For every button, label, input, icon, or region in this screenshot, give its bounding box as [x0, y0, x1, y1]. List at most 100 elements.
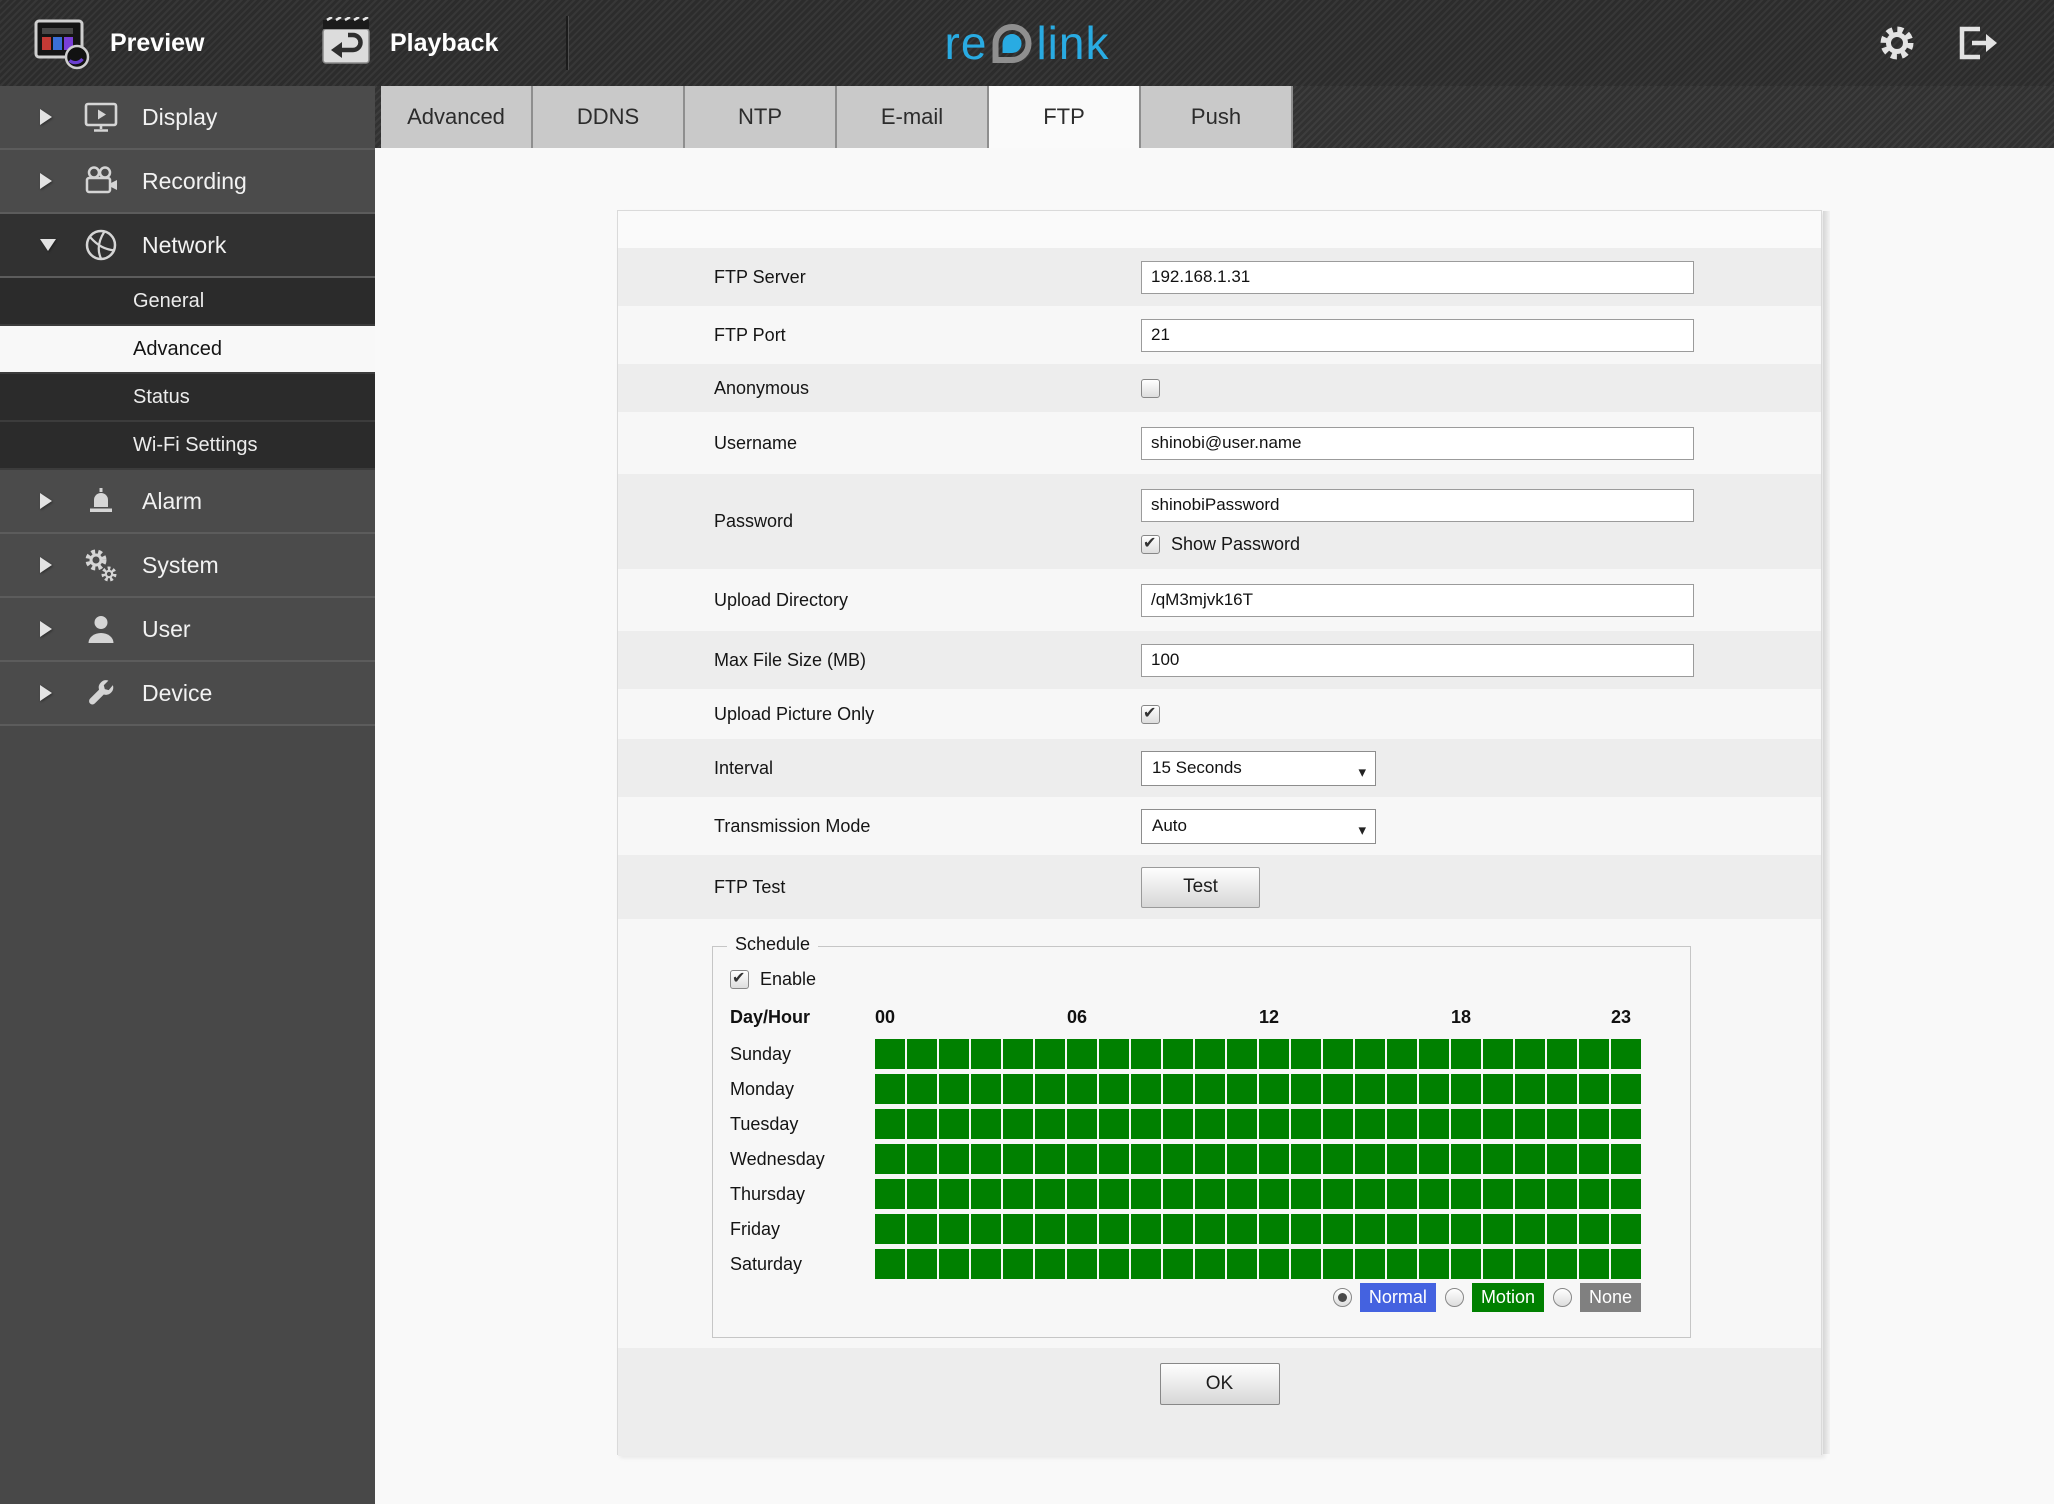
sidebar-subitem-status[interactable]: Status: [0, 374, 375, 422]
schedule-cell[interactable]: [907, 1109, 937, 1139]
schedule-cell[interactable]: [1579, 1039, 1609, 1069]
ftp-test-button[interactable]: Test: [1141, 866, 1260, 908]
schedule-cell[interactable]: [1227, 1144, 1257, 1174]
schedule-cell[interactable]: [1387, 1214, 1417, 1244]
schedule-cell[interactable]: [1227, 1179, 1257, 1209]
schedule-cell[interactable]: [1323, 1214, 1353, 1244]
schedule-cell[interactable]: [1099, 1249, 1129, 1279]
schedule-cell[interactable]: [1355, 1144, 1385, 1174]
schedule-cell[interactable]: [1387, 1074, 1417, 1104]
schedule-cell[interactable]: [1163, 1144, 1193, 1174]
sidebar-item-recording[interactable]: Recording: [0, 150, 375, 214]
schedule-cell[interactable]: [1419, 1249, 1449, 1279]
schedule-cell[interactable]: [907, 1249, 937, 1279]
schedule-cell[interactable]: [1451, 1109, 1481, 1139]
schedule-cell[interactable]: [1419, 1074, 1449, 1104]
schedule-cell[interactable]: [1259, 1214, 1289, 1244]
schedule-cell[interactable]: [1003, 1039, 1033, 1069]
schedule-cell[interactable]: [1099, 1179, 1129, 1209]
schedule-cell[interactable]: [1035, 1179, 1065, 1209]
tab-email[interactable]: E-mail: [837, 86, 989, 148]
max-file-size-input[interactable]: [1141, 643, 1694, 677]
schedule-cell[interactable]: [1323, 1039, 1353, 1069]
schedule-cell[interactable]: [939, 1039, 969, 1069]
schedule-cell[interactable]: [1451, 1249, 1481, 1279]
interval-select[interactable]: 15 Seconds: [1141, 750, 1376, 786]
schedule-cell[interactable]: [1291, 1214, 1321, 1244]
schedule-cell[interactable]: [1131, 1144, 1161, 1174]
ftp-port-input[interactable]: [1141, 318, 1694, 352]
schedule-cell[interactable]: [1387, 1144, 1417, 1174]
sidebar-item-user[interactable]: User: [0, 598, 375, 662]
schedule-cell[interactable]: [1323, 1144, 1353, 1174]
ok-button[interactable]: OK: [1159, 1363, 1280, 1405]
schedule-cell[interactable]: [1035, 1144, 1065, 1174]
schedule-cell[interactable]: [1515, 1039, 1545, 1069]
schedule-cell[interactable]: [1259, 1074, 1289, 1104]
schedule-cell[interactable]: [1291, 1074, 1321, 1104]
schedule-cell[interactable]: [939, 1144, 969, 1174]
schedule-cell[interactable]: [1099, 1144, 1129, 1174]
schedule-cell[interactable]: [1451, 1179, 1481, 1209]
schedule-cell[interactable]: [1547, 1214, 1577, 1244]
sidebar-subitem-wifi-settings[interactable]: Wi-Fi Settings: [0, 422, 375, 470]
schedule-cell[interactable]: [939, 1109, 969, 1139]
schedule-cell[interactable]: [1259, 1039, 1289, 1069]
schedule-cell[interactable]: [1003, 1249, 1033, 1279]
sidebar-item-display[interactable]: Display: [0, 86, 375, 150]
schedule-cell[interactable]: [1131, 1074, 1161, 1104]
schedule-cell[interactable]: [1483, 1144, 1513, 1174]
schedule-cell[interactable]: [1547, 1144, 1577, 1174]
schedule-cell[interactable]: [1131, 1179, 1161, 1209]
schedule-cell[interactable]: [1387, 1039, 1417, 1069]
schedule-cell[interactable]: [875, 1109, 905, 1139]
schedule-cell[interactable]: [1483, 1109, 1513, 1139]
schedule-cell[interactable]: [1163, 1214, 1193, 1244]
schedule-cell[interactable]: [1035, 1039, 1065, 1069]
schedule-cell[interactable]: [1163, 1109, 1193, 1139]
sidebar-item-network[interactable]: Network: [0, 214, 375, 278]
schedule-cell[interactable]: [1611, 1249, 1641, 1279]
schedule-cell[interactable]: [1611, 1109, 1641, 1139]
motion-radio[interactable]: [1444, 1288, 1464, 1307]
schedule-cell[interactable]: [1131, 1249, 1161, 1279]
schedule-cell[interactable]: [1163, 1039, 1193, 1069]
tab-advanced[interactable]: Advanced: [381, 86, 533, 148]
schedule-cell[interactable]: [875, 1074, 905, 1104]
schedule-cell[interactable]: [1035, 1109, 1065, 1139]
schedule-cell[interactable]: [1259, 1144, 1289, 1174]
schedule-cell[interactable]: [1611, 1214, 1641, 1244]
schedule-cell[interactable]: [1451, 1074, 1481, 1104]
schedule-cell[interactable]: [1195, 1109, 1225, 1139]
schedule-cell[interactable]: [1195, 1249, 1225, 1279]
schedule-cell[interactable]: [971, 1144, 1001, 1174]
schedule-cell[interactable]: [1227, 1109, 1257, 1139]
username-input[interactable]: [1141, 426, 1694, 460]
schedule-cell[interactable]: [1355, 1109, 1385, 1139]
schedule-cell[interactable]: [939, 1249, 969, 1279]
tab-ftp[interactable]: FTP: [989, 86, 1141, 148]
transmission-mode-select[interactable]: Auto: [1141, 808, 1376, 844]
schedule-cell[interactable]: [1611, 1074, 1641, 1104]
schedule-cell[interactable]: [1131, 1109, 1161, 1139]
tab-ddns[interactable]: DDNS: [533, 86, 685, 148]
settings-gear-button[interactable]: [1876, 0, 1918, 86]
schedule-cell[interactable]: [1003, 1074, 1033, 1104]
logout-button[interactable]: [1954, 0, 2000, 86]
schedule-cell[interactable]: [1035, 1074, 1065, 1104]
schedule-cell[interactable]: [1259, 1249, 1289, 1279]
playback-nav-button[interactable]: Playback: [318, 0, 498, 86]
anonymous-checkbox[interactable]: [1141, 378, 1160, 398]
schedule-cell[interactable]: [875, 1214, 905, 1244]
schedule-cell[interactable]: [939, 1074, 969, 1104]
schedule-cell[interactable]: [971, 1249, 1001, 1279]
schedule-cell[interactable]: [1067, 1179, 1097, 1209]
schedule-cell[interactable]: [1035, 1214, 1065, 1244]
schedule-cell[interactable]: [1259, 1179, 1289, 1209]
schedule-cell[interactable]: [1067, 1109, 1097, 1139]
schedule-cell[interactable]: [1355, 1179, 1385, 1209]
schedule-cell[interactable]: [1291, 1039, 1321, 1069]
schedule-cell[interactable]: [1099, 1039, 1129, 1069]
schedule-cell[interactable]: [1515, 1109, 1545, 1139]
schedule-cell[interactable]: [971, 1179, 1001, 1209]
